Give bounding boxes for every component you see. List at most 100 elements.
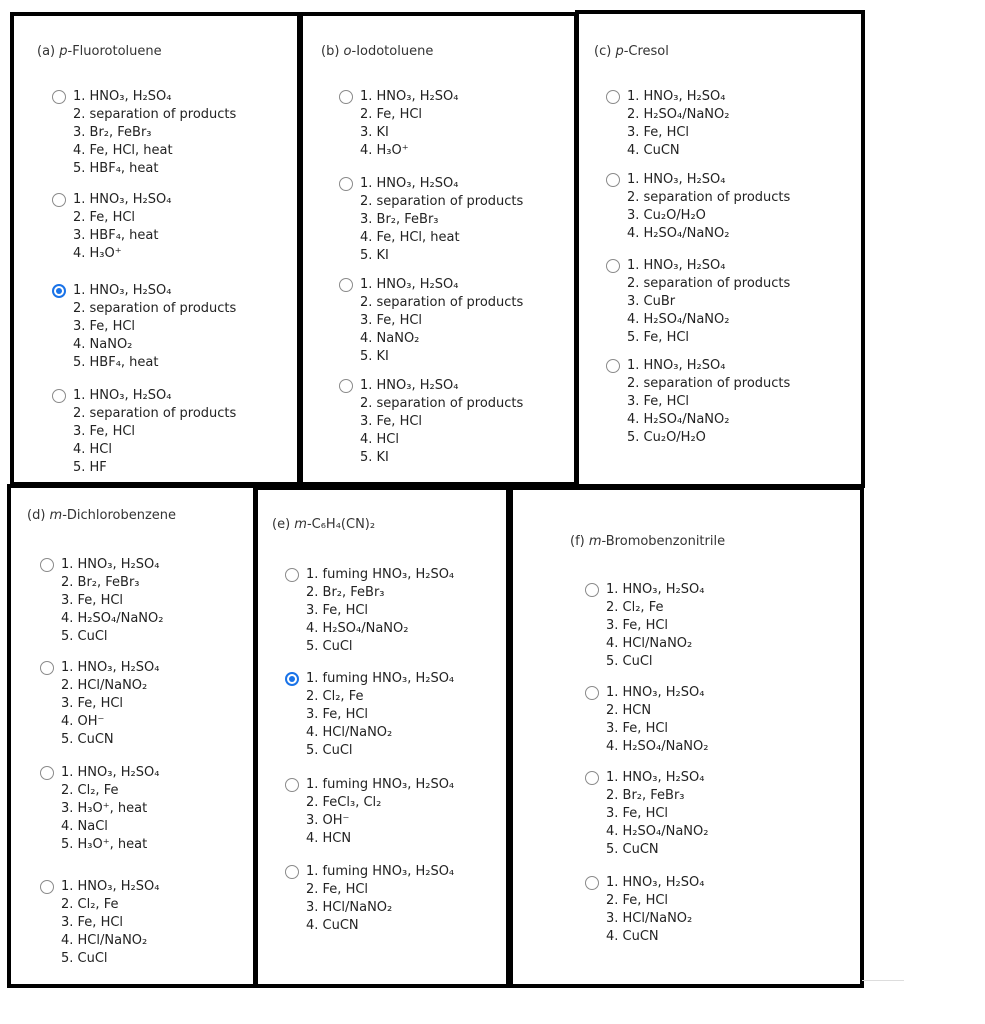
reagent-step: 5. CuCl	[61, 951, 108, 966]
reagent-step: 5. KI	[360, 248, 389, 263]
radio-button[interactable]	[52, 193, 66, 207]
reagent-step: 2. separation of products	[627, 276, 791, 291]
reagent-step: 1. fuming HNO₃, H₂SO₄	[306, 671, 455, 686]
question-panel-e: (e) m-C₆H₄(CN)₂ 1. fuming HNO₃, H₂SO₄ 2. B…	[254, 486, 510, 988]
radio-button[interactable]	[40, 880, 54, 894]
radio-button[interactable]	[585, 583, 599, 597]
radio-button[interactable]	[285, 865, 299, 879]
reagent-step: 3. Fe, HCl	[606, 618, 669, 633]
reagent-step: 1. HNO₃, H₂SO₄	[61, 660, 160, 675]
reagent-step: 4. H₃O⁺	[360, 143, 409, 158]
question-panel-a: (a) p-Fluorotoluene 1. HNO₃, H₂SO₄ 2. sepa…	[10, 12, 301, 486]
reagent-step: 2. Cl₂, Fe	[306, 689, 364, 704]
reagent-step: 2. H₂SO₄/NaNO₂	[627, 107, 730, 122]
reagent-step: 4. Fe, HCl, heat	[360, 230, 460, 245]
divider	[862, 980, 904, 981]
reagent-step: 2. Fe, HCl	[606, 893, 669, 908]
reagent-step: 4. HCl	[360, 432, 399, 447]
reagent-step: 1. HNO₃, H₂SO₄	[627, 172, 726, 187]
panel-title: (f) m-Bromobenzonitrile	[570, 534, 725, 549]
reagent-step: 5. Cu₂O/H₂O	[627, 430, 706, 445]
reagent-step: 1. HNO₃, H₂SO₄	[360, 176, 459, 191]
reagent-step: 5. KI	[360, 450, 389, 465]
reagent-steps: 1. HNO₃, H₂SO₄ 2. Cl₂, Fe 3. Fe, HCl 4. HCl…	[61, 878, 159, 968]
radio-button[interactable]	[606, 90, 620, 104]
reagent-step: 2. FeCl₃, Cl₂	[306, 795, 382, 810]
radio-button[interactable]	[606, 173, 620, 187]
reagent-step: 2. separation of products	[73, 301, 237, 316]
radio-button[interactable]	[606, 359, 620, 373]
reagent-step: 2. separation of products	[627, 190, 791, 205]
reagent-step: 1. HNO₃, H₂SO₄	[61, 879, 160, 894]
reagent-steps: 1. HNO₃, H₂SO₄ 2. HCl/NaNO₂ 3. Fe, HCl 4. O…	[61, 659, 159, 749]
radio-button[interactable]	[285, 568, 299, 582]
reagent-step: 2. separation of products	[360, 295, 524, 310]
reagent-step: 3. Fe, HCl	[627, 394, 690, 409]
reagent-step: 1. HNO₃, H₂SO₄	[606, 582, 705, 597]
radio-button[interactable]	[40, 766, 54, 780]
reagent-step: 5. CuCl	[606, 654, 653, 669]
panel-title: (a) p-Fluorotoluene	[37, 44, 162, 59]
title-label: (b)	[321, 44, 344, 59]
radio-button[interactable]	[339, 379, 353, 393]
reagent-step: 1. HNO₃, H₂SO₄	[61, 557, 160, 572]
radio-button[interactable]	[339, 90, 353, 104]
reagent-step: 4. Fe, HCl, heat	[73, 143, 173, 158]
reagent-step: 2. Fe, HCl	[73, 210, 136, 225]
title-label: (e)	[272, 517, 295, 532]
radio-button[interactable]	[52, 284, 66, 298]
reagent-step: 1. HNO₃, H₂SO₄	[360, 277, 459, 292]
reagent-step: 1. HNO₃, H₂SO₄	[606, 875, 705, 890]
reagent-step: 3. Fe, HCl	[627, 125, 690, 140]
reagent-step: 2. HCl/NaNO₂	[61, 678, 148, 693]
reagent-step: 3. Fe, HCl	[306, 603, 369, 618]
reagent-steps: 1. HNO₃, H₂SO₄ 2. separation of products 3…	[627, 357, 790, 447]
reagent-step: 5. HBF₄, heat	[73, 355, 159, 370]
title-compound: -Fluorotoluene	[67, 44, 162, 59]
reagent-step: 5. CuCN	[606, 842, 659, 857]
title-compound: -C₆H₄(CN)₂	[306, 517, 376, 532]
reagent-step: 1. fuming HNO₃, H₂SO₄	[306, 567, 455, 582]
question-panel-f: (f) m-Bromobenzonitrile 1. HNO₃, H₂SO₄ 2. …	[509, 486, 864, 988]
reagent-steps: 1. HNO₃, H₂SO₄ 2. separation of products 3…	[627, 171, 790, 243]
reagent-step: 3. HCl/NaNO₂	[306, 900, 393, 915]
reagent-step: 2. separation of products	[73, 406, 237, 421]
radio-button[interactable]	[285, 672, 299, 686]
radio-button[interactable]	[40, 661, 54, 675]
reagent-step: 2. Fe, HCl	[306, 882, 369, 897]
question-panel-b: (b) o-Iodotoluene 1. HNO₃, H₂SO₄ 2. Fe, HC…	[299, 12, 578, 486]
radio-button[interactable]	[52, 389, 66, 403]
radio-button[interactable]	[285, 778, 299, 792]
radio-button[interactable]	[339, 278, 353, 292]
reagent-step: 3. Fe, HCl	[61, 915, 124, 930]
reagent-steps: 1. HNO₃, H₂SO₄ 2. separation of products 3…	[73, 387, 236, 477]
title-prefix: p	[615, 44, 624, 59]
reagent-step: 3. HBF₄, heat	[73, 228, 159, 243]
reagent-steps: 1. HNO₃, H₂SO₄ 2. Fe, HCl 3. KI 4. H₃O⁺	[360, 88, 458, 160]
radio-button[interactable]	[606, 259, 620, 273]
reagent-step: 3. CuBr	[627, 294, 676, 309]
reagent-steps: 1. HNO₃, H₂SO₄ 2. Cl₂, Fe 3. Fe, HCl 4. HCl…	[606, 581, 704, 671]
reagent-step: 4. HCl/NaNO₂	[306, 725, 393, 740]
reagent-step: 3. KI	[360, 125, 389, 140]
reagent-step: 4. HCl/NaNO₂	[61, 933, 148, 948]
reagent-step: 4. CuCN	[606, 929, 659, 944]
reagent-step: 4. H₂SO₄/NaNO₂	[606, 739, 709, 754]
reagent-step: 5. Fe, HCl	[627, 330, 690, 345]
reagent-step: 4. NaCl	[61, 819, 108, 834]
reagent-step: 4. NaNO₂	[360, 331, 420, 346]
reagent-steps: 1. HNO₃, H₂SO₄ 2. Cl₂, Fe 3. H₃O⁺, heat 4. …	[61, 764, 159, 854]
question-panel-d: (d) m-Dichlorobenzene 1. HNO₃, H₂SO₄ 2. Br…	[7, 484, 257, 988]
reagent-step: 4. H₂SO₄/NaNO₂	[306, 621, 409, 636]
reagent-step: 1. HNO₃, H₂SO₄	[606, 685, 705, 700]
radio-button[interactable]	[40, 558, 54, 572]
title-prefix: p	[59, 44, 68, 59]
radio-button[interactable]	[52, 90, 66, 104]
radio-button[interactable]	[339, 177, 353, 191]
panel-title: (b) o-Iodotoluene	[321, 44, 433, 59]
reagent-step: 4. H₃O⁺	[73, 246, 122, 261]
radio-button[interactable]	[585, 771, 599, 785]
reagent-steps: 1. HNO₃, H₂SO₄ 2. separation of products 3…	[360, 175, 523, 265]
radio-button[interactable]	[585, 686, 599, 700]
radio-button[interactable]	[585, 876, 599, 890]
